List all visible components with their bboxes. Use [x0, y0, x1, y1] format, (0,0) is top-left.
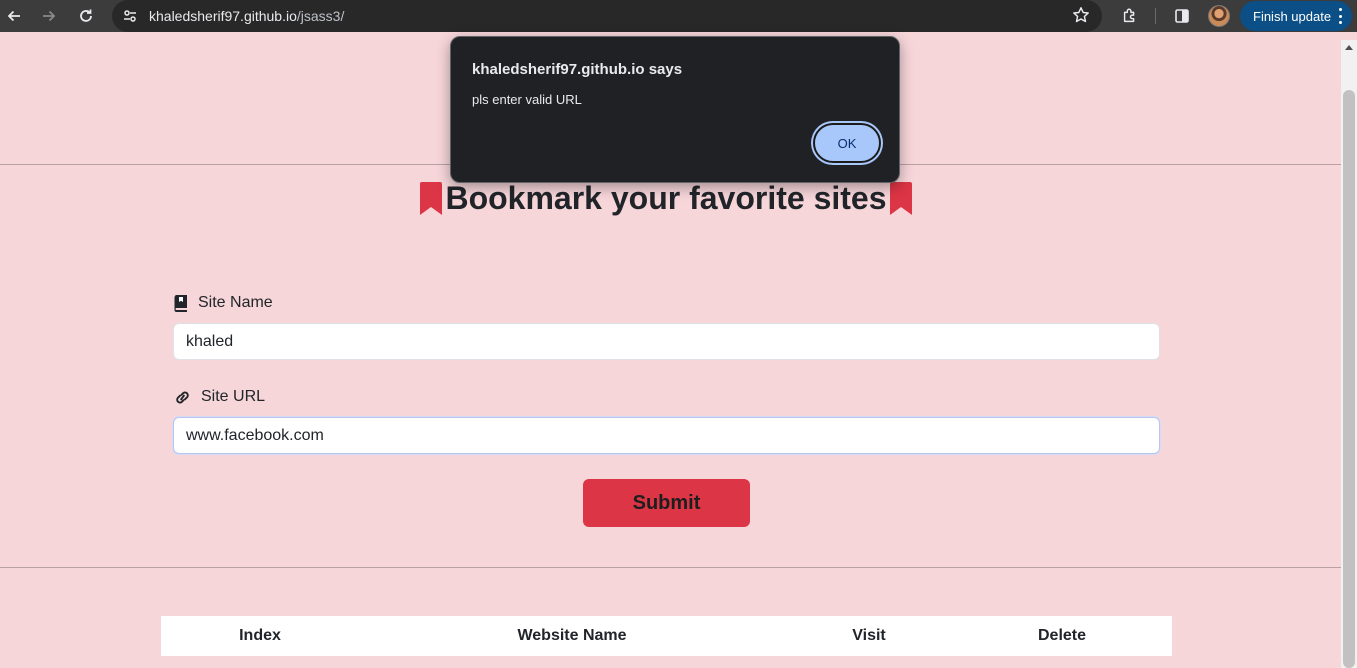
bookmark-right-icon — [889, 182, 912, 215]
side-panel-icon[interactable] — [1170, 4, 1194, 28]
site-url-label: Site URL — [173, 388, 265, 406]
bookmark-left-icon — [420, 182, 443, 215]
book-icon — [174, 294, 187, 312]
submit-button[interactable]: Submit — [583, 479, 750, 527]
address-bar[interactable]: khaledsherif97.github.io/jsass3/ — [112, 0, 1102, 32]
site-name-label: Site Name — [173, 294, 273, 312]
extensions-icon[interactable] — [1118, 4, 1142, 28]
site-url-input[interactable]: www.facebook.com — [173, 417, 1160, 454]
link-icon — [176, 391, 189, 403]
forward-icon[interactable] — [37, 4, 61, 28]
browser-toolbar: khaledsherif97.github.io/jsass3/ Finish … — [0, 0, 1357, 32]
table-header-visit: Visit — [852, 627, 886, 644]
scroll-thumb[interactable] — [1343, 90, 1355, 668]
site-url-label-text: Site URL — [201, 388, 266, 405]
finish-update-button[interactable]: Finish update — [1240, 1, 1352, 31]
url-path: /jsass3/ — [296, 8, 345, 24]
table-header-index: Index — [239, 627, 281, 644]
bookmark-star-icon[interactable] — [1072, 6, 1090, 29]
alert-ok-button[interactable]: OK — [813, 123, 881, 163]
finish-update-label: Finish update — [1253, 8, 1332, 24]
site-info-icon[interactable] — [120, 6, 140, 26]
back-icon[interactable] — [2, 4, 26, 28]
scroll-up-arrow-icon[interactable] — [1345, 45, 1353, 50]
alert-title: khaledsherif97.github.io says — [472, 61, 683, 78]
table-header-website-name: Website Name — [517, 627, 627, 644]
bottom-divider — [0, 567, 1341, 568]
alert-message: pls enter valid URL — [472, 92, 582, 107]
alert-dialog: khaledsherif97.github.io says pls enter … — [450, 36, 900, 183]
table-header-delete: Delete — [1037, 627, 1087, 644]
site-name-input[interactable]: khaled — [173, 323, 1160, 360]
bookmarks-table-header: Index Website Name Visit Delete — [161, 616, 1172, 656]
url-host: khaledsherif97.github.io — [149, 8, 297, 24]
page-title: Bookmark your favorite sites — [0, 180, 1332, 217]
profile-avatar[interactable] — [1208, 5, 1230, 27]
page-title-text: Bookmark your favorite sites — [445, 180, 887, 216]
site-name-label-text: Site Name — [198, 294, 273, 311]
menu-dots-icon[interactable] — [1338, 8, 1342, 24]
page-scrollbar[interactable] — [1341, 40, 1357, 668]
url-text: khaledsherif97.github.io/jsass3/ — [149, 8, 344, 24]
toolbar-separator — [1155, 8, 1156, 24]
reload-icon[interactable] — [74, 4, 98, 28]
